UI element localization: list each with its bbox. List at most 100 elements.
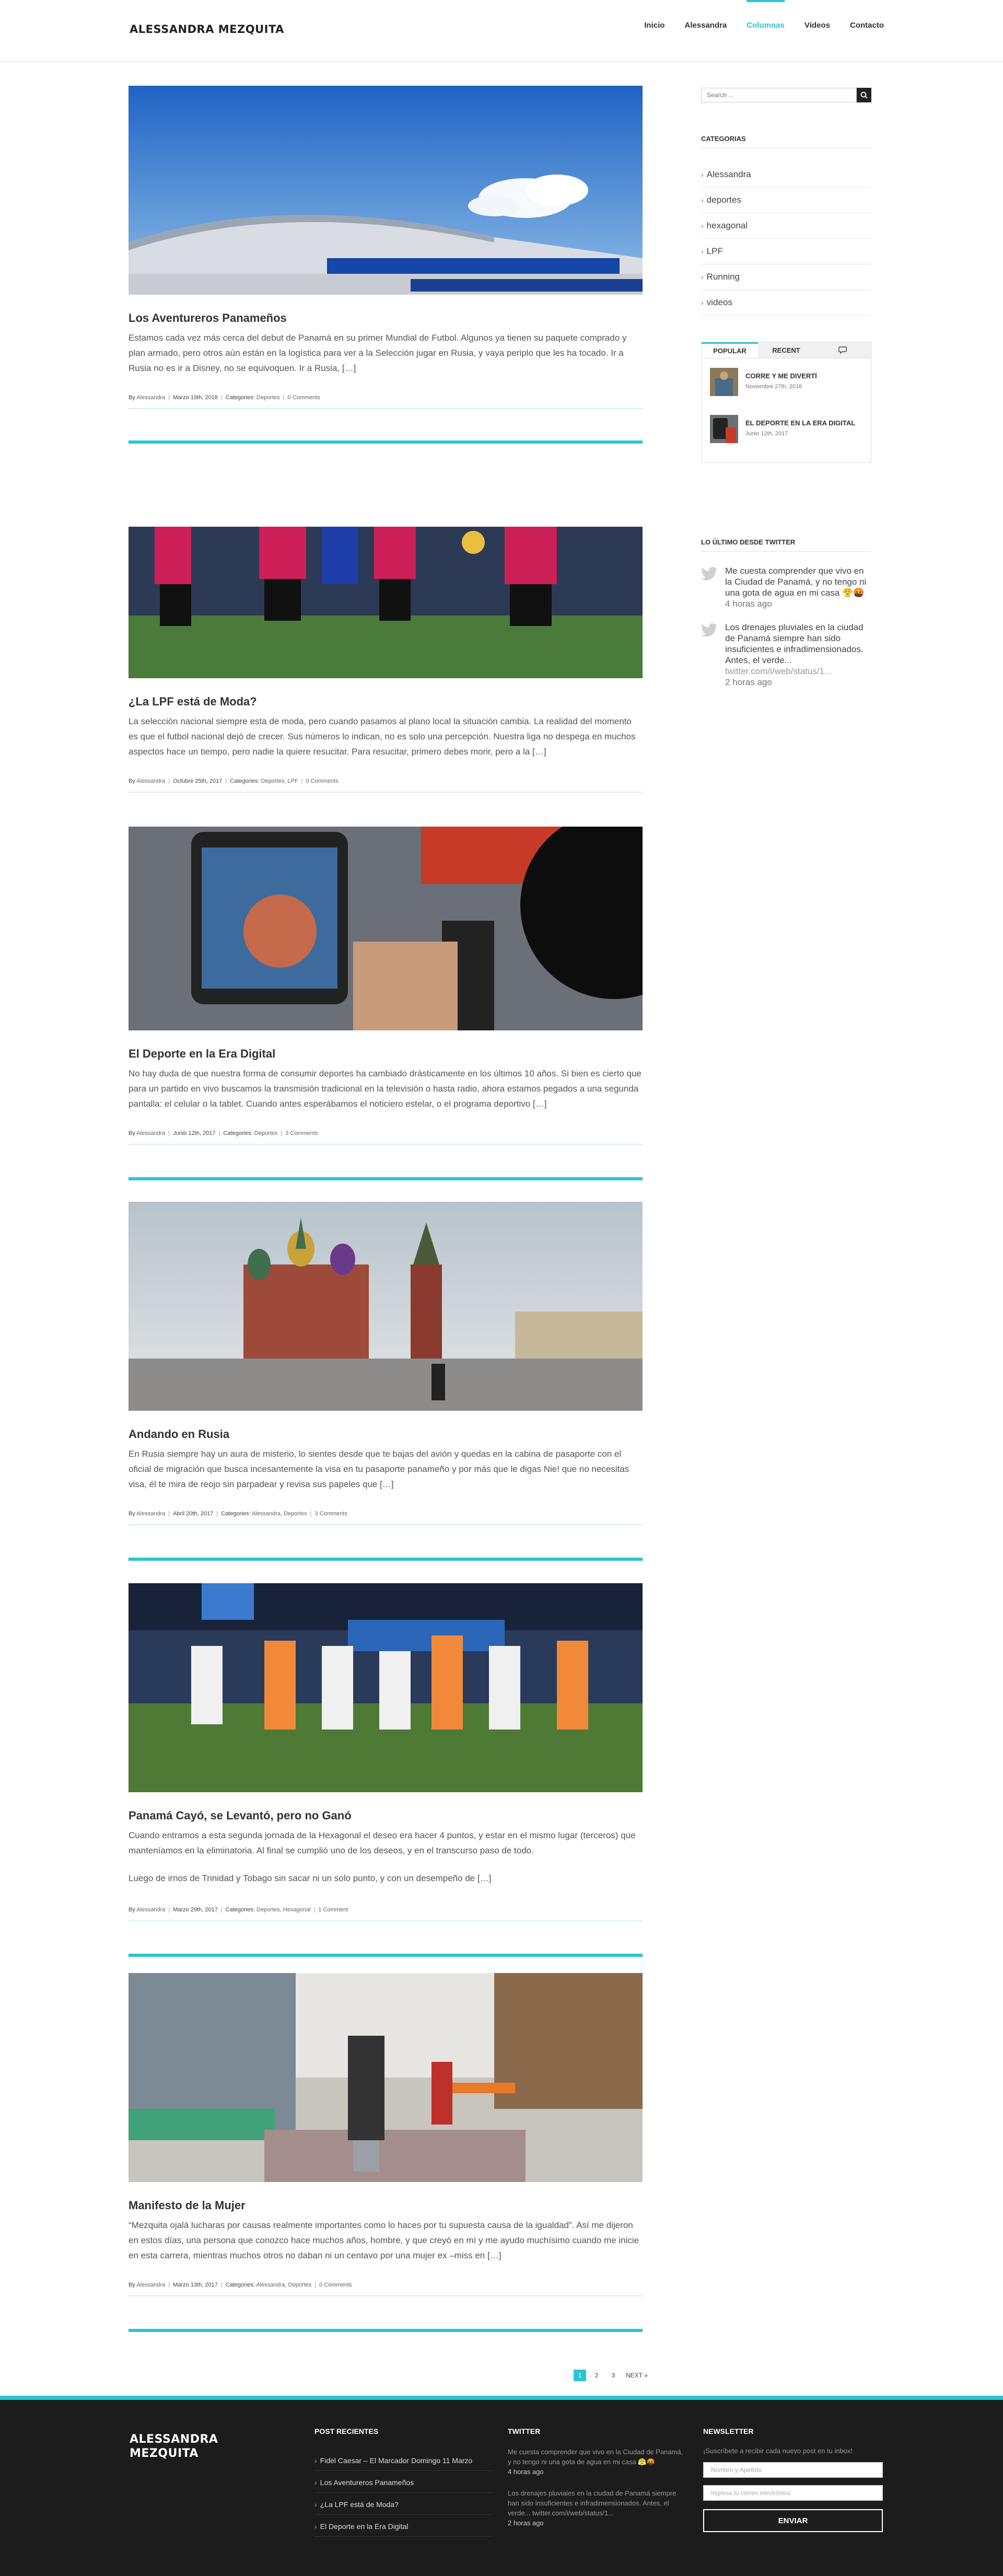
tweet-link[interactable]: twitter.com/i/web/status/1...: [725, 666, 871, 677]
post-image-red-square[interactable]: [129, 1202, 643, 1411]
category-item[interactable]: › deportes: [701, 188, 871, 213]
post-excerpt: No hay duda de que nuestra forma de cons…: [129, 1069, 642, 1109]
category-item[interactable]: › hexagonal: [701, 213, 871, 239]
nav-alessandra[interactable]: Alessandra: [684, 0, 727, 52]
newsletter-submit-button[interactable]: ENVIAR: [703, 2509, 883, 2532]
categories-title: CATEGORIAS: [701, 135, 746, 143]
post-title[interactable]: ¿La LPF está de Moda?: [129, 695, 643, 709]
meta-date: Marzo 13th, 2017: [173, 2282, 218, 2288]
newsletter-name-input[interactable]: Nombre y Apellido: [703, 2462, 883, 2478]
meta-categories[interactable]: Deportes: [256, 394, 280, 401]
page-1[interactable]: 1: [574, 2370, 586, 2381]
next-page-link[interactable]: NEXT »: [626, 2372, 648, 2379]
footer-recent-link[interactable]: › ¿La LPF está de Moda?: [314, 2493, 492, 2515]
footer-recent-link[interactable]: › Los Aventureros Panameños: [314, 2471, 492, 2493]
meta-author[interactable]: Alessandra: [136, 778, 165, 784]
post-image-phone-press[interactable]: [129, 827, 643, 1030]
footer-twitter: TWITTER Me cuesta comprender que vivo en…: [508, 2427, 685, 2528]
footer-recent-link[interactable]: › Fidel Caesar – El Marcador Domingo 11 M…: [314, 2449, 492, 2471]
nav-columnas[interactable]: Columnas: [747, 0, 785, 52]
meta-comments[interactable]: 0 Comments: [288, 394, 320, 401]
tweet-text: Los drenajes pluviales en la ciudad de P…: [725, 622, 864, 665]
post-image-training[interactable]: [129, 1583, 643, 1792]
post-image-referees[interactable]: [129, 527, 643, 678]
tab-popular[interactable]: POPULAR: [702, 342, 758, 358]
popular-post-thumb: [710, 368, 738, 396]
post-divider: [129, 2329, 643, 2332]
tab-comments[interactable]: [814, 342, 871, 358]
search-button[interactable]: [857, 88, 871, 102]
newsletter-title: NEWSLETTER: [703, 2427, 754, 2435]
category-item[interactable]: › Alessandra: [701, 162, 871, 188]
footer-recent-label: Fidel Caesar – El Marcador Domingo 11 Ma…: [320, 2456, 473, 2465]
post-meta: By Alessandra | Junio 12th, 2017 | Categorie…: [129, 1130, 643, 1145]
category-item[interactable]: › LPF: [701, 239, 871, 264]
post-meta: By Alessandra | Octubre 25th, 2017 | Categor…: [129, 778, 643, 793]
meta-comments[interactable]: 3 Comments: [314, 1511, 347, 1517]
footer-logo[interactable]: ALESSANDRA MEZQUITA: [130, 2432, 218, 2461]
post-title[interactable]: Manifesto de la Mujer: [129, 2199, 643, 2212]
tab-recent[interactable]: RECENT: [758, 342, 814, 358]
meta-comments[interactable]: 0 Comments: [319, 2282, 352, 2288]
site-logo[interactable]: ALESSANDRA MEZQUITA: [130, 23, 284, 36]
meta-by: By: [129, 394, 135, 401]
post-meta: By Alessandra | Marzo 13th, 2017 | Categorie…: [129, 2282, 643, 2296]
tweet-time[interactable]: 2 horas ago: [725, 677, 871, 688]
post-divider: [129, 1558, 643, 1561]
meta-author[interactable]: Alessandra: [136, 1907, 165, 1913]
newsletter-email-input[interactable]: Ingresa tu correo electrónico: [703, 2485, 883, 2501]
post-excerpt: La selección nacional siempre esta de mo…: [129, 716, 636, 757]
nav-inicio[interactable]: Inicio: [644, 0, 664, 52]
footer-recent-link[interactable]: › El Deporte en la Era Digital: [314, 2515, 492, 2537]
meta-categories[interactable]: Deportes, LPF: [261, 778, 298, 784]
footer-tweet-time[interactable]: 4 horas ago: [508, 2467, 685, 2477]
meta-categories[interactable]: Alessandra, Deportes: [252, 1511, 307, 1517]
post-title[interactable]: Los Aventureros Panameños: [129, 311, 643, 325]
meta-by: By: [129, 778, 135, 784]
popular-post-item[interactable]: CORRE Y ME DIVERTÍ Noviembre 27th, 2016: [710, 368, 861, 397]
meta-author[interactable]: Alessandra: [136, 394, 165, 401]
post-image-street[interactable]: [129, 1973, 643, 2182]
popular-post-thumb: [710, 415, 738, 443]
meta-by: By: [129, 1130, 135, 1136]
category-item[interactable]: › Running: [701, 264, 871, 290]
page-3[interactable]: 3: [607, 2370, 620, 2381]
footer-newsletter: NEWSLETTER ¡Suscríbete a recibir cada nu…: [703, 2427, 883, 2532]
meta-comments[interactable]: 3 Comments: [285, 1130, 318, 1136]
meta-categories[interactable]: Deportes, Hexagonal: [256, 1907, 310, 1913]
post-item: Los Aventureros Panameños Estamos cada v…: [129, 86, 643, 444]
meta-author[interactable]: Alessandra: [136, 1130, 165, 1136]
twitter-bird-icon: [701, 623, 718, 637]
nav-videos[interactable]: Vídeos: [804, 0, 830, 52]
tab-panel-popular: CORRE Y ME DIVERTÍ Noviembre 27th, 2016 …: [701, 358, 871, 463]
twitter-widget-title: LO ÚLTIMO DESDE TWITTER: [701, 538, 796, 546]
footer-tweet-text: Me cuesta comprender que vivo en la Ciud…: [508, 2448, 683, 2466]
categories-list: › Alessandra › deportes › hexagonal › LPF › R…: [701, 162, 871, 316]
nav-contacto[interactable]: Contacto: [850, 0, 884, 52]
post-image-stadium[interactable]: [129, 86, 643, 295]
tweet-item: Me cuesta comprender que vivo en la Ciud…: [701, 565, 871, 609]
footer-recent-label: ¿La LPF está de Moda?: [320, 2500, 399, 2509]
footer-recent-label: El Deporte en la Era Digital: [320, 2522, 409, 2531]
twitter-feed: Me cuesta comprender que vivo en la Ciud…: [701, 565, 871, 700]
tweet-time[interactable]: 4 horas ago: [725, 598, 871, 609]
post-title[interactable]: Andando en Rusia: [129, 1428, 643, 1441]
search-input[interactable]: [701, 88, 857, 102]
category-label: Alessandra: [706, 169, 751, 179]
post-title[interactable]: El Deporte en la Era Digital: [129, 1047, 643, 1061]
meta-categories[interactable]: Alessandra, Deportes: [256, 2282, 311, 2288]
meta-categories[interactable]: Deportes: [254, 1130, 278, 1136]
category-item[interactable]: › videos: [701, 290, 871, 316]
post-item: Manifesto de la Mujer “Mezquita ojalá lu…: [129, 1973, 643, 2332]
meta-comments[interactable]: 1 Comment: [318, 1907, 348, 1913]
meta-author[interactable]: Alessandra: [136, 1511, 165, 1517]
popular-post-title: EL DEPORTE EN LA ERA DIGITAL: [745, 419, 856, 427]
meta-comments[interactable]: 0 Comments: [306, 778, 338, 784]
footer-tweet-time[interactable]: 2 horas ago: [508, 2518, 685, 2528]
page-2[interactable]: 2: [590, 2370, 603, 2381]
meta-author[interactable]: Alessandra: [136, 2282, 165, 2288]
popular-post-item[interactable]: EL DEPORTE EN LA ERA DIGITAL Junio 12th,…: [710, 415, 861, 444]
post-title[interactable]: Panamá Cayó, se Levantó, pero no Ganó: [129, 1809, 643, 1823]
category-label: deportes: [706, 195, 741, 205]
post-meta: By Alessandra | Abril 20th, 2017 | Categorie…: [129, 1511, 643, 1525]
